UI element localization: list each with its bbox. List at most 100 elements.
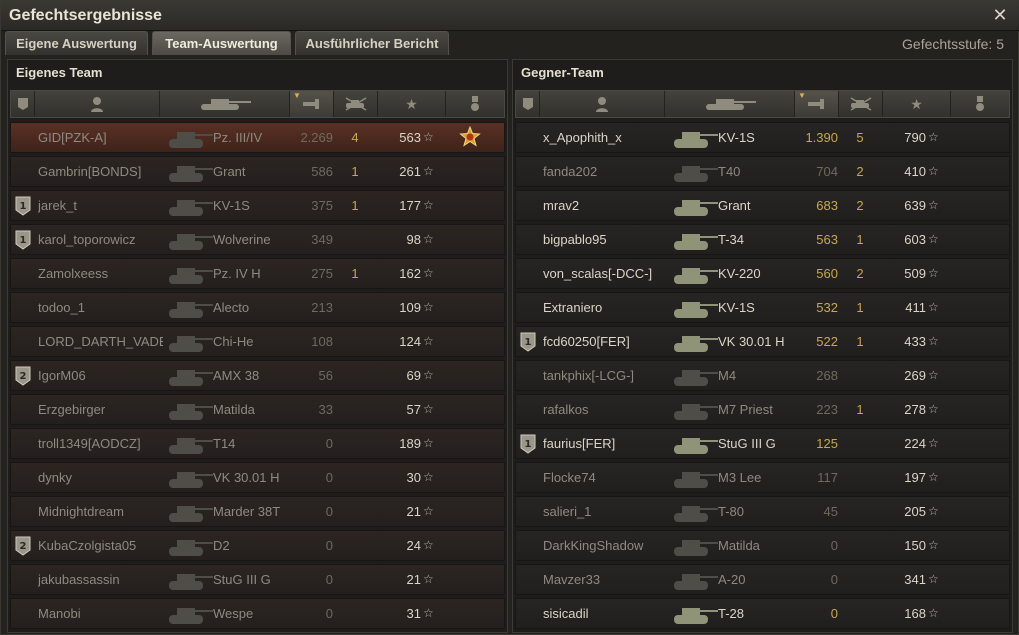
player-name[interactable]: Midnightdream bbox=[38, 497, 163, 526]
player-name[interactable]: Flocke74 bbox=[543, 463, 668, 492]
player-row[interactable]: fanda202 T40 704 2 410 ☆ bbox=[515, 156, 1010, 187]
player-name[interactable]: faurius[FER] bbox=[543, 429, 668, 458]
player-name[interactable]: KubaCzolgista05 bbox=[38, 531, 163, 560]
player-name[interactable]: von_scalas[-DCC-] bbox=[543, 259, 668, 288]
player-row[interactable]: 1 faurius[FER] StuG III G 125 224 ☆ bbox=[515, 428, 1010, 459]
player-name[interactable]: jarek_t bbox=[38, 191, 163, 220]
kills-value: 1 bbox=[856, 334, 864, 349]
player-name[interactable]: Erzgebirger bbox=[38, 395, 163, 424]
player-row[interactable]: todoo_1 Alecto 213 109 ☆ bbox=[10, 292, 505, 323]
player-name[interactable]: mrav2 bbox=[543, 191, 668, 220]
player-row[interactable]: x_Apophith_x KV-1S 1.390 5 790 ☆ bbox=[515, 122, 1010, 153]
player-row[interactable]: mrav2 Grant 683 2 639 ☆ bbox=[515, 190, 1010, 221]
kills-value: 4 bbox=[351, 130, 359, 145]
player-row[interactable]: bigpablo95 T-34 563 1 603 ☆ bbox=[515, 224, 1010, 255]
player-row[interactable]: rafalkos M7 Priest 223 1 278 ☆ bbox=[515, 394, 1010, 425]
player-column-icon[interactable] bbox=[35, 91, 160, 117]
medal-column-icon[interactable] bbox=[446, 91, 504, 117]
player-row[interactable]: 2 IgorM06 AMX 38 56 69 ☆ bbox=[10, 360, 505, 391]
kills-value bbox=[348, 463, 362, 492]
xp-column-icon[interactable]: ★ bbox=[883, 91, 951, 117]
player-name[interactable]: karol_toporowicz bbox=[38, 225, 163, 254]
player-row[interactable]: salieri_1 T-80 45 205 ☆ bbox=[515, 496, 1010, 527]
player-name[interactable]: fanda202 bbox=[543, 157, 668, 186]
player-name[interactable]: Manobi bbox=[38, 599, 163, 628]
kills-value bbox=[853, 565, 867, 594]
player-name[interactable]: Mavzer33 bbox=[543, 565, 668, 594]
player-name[interactable]: bigpablo95 bbox=[543, 225, 668, 254]
damage-column-icon[interactable]: ▼ bbox=[290, 91, 334, 117]
player-name[interactable]: GID[PZK-A] bbox=[38, 123, 163, 152]
kills-value: 2 bbox=[856, 266, 864, 281]
player-name[interactable]: troll1349[AODCZ] bbox=[38, 429, 163, 458]
player-row[interactable]: 1 fcd60250[FER] VK 30.01 H 522 1 433 ☆ bbox=[515, 326, 1010, 357]
player-name[interactable]: todoo_1 bbox=[38, 293, 163, 322]
player-row[interactable]: 1 jarek_t KV-1S 375 1 177 ☆ bbox=[10, 190, 505, 221]
damage-column-icon[interactable]: ▼ bbox=[795, 91, 839, 117]
close-icon[interactable]: ✕ bbox=[990, 5, 1010, 25]
medal-column-icon[interactable] bbox=[951, 91, 1009, 117]
player-row[interactable]: 2 KubaCzolgista05 D2 0 24 ☆ bbox=[10, 530, 505, 561]
svg-text:1: 1 bbox=[20, 201, 27, 212]
player-row[interactable]: Erzgebirger Matilda 33 57 ☆ bbox=[10, 394, 505, 425]
player-row[interactable]: von_scalas[-DCC-] KV-220 560 2 509 ☆ bbox=[515, 258, 1010, 289]
tab-team-auswertung[interactable]: Team-Auswertung bbox=[152, 31, 291, 55]
player-name[interactable]: rafalkos bbox=[543, 395, 668, 424]
player-row[interactable]: Gambrin[BONDS] Grant 586 1 261 ☆ bbox=[10, 156, 505, 187]
damage-value: 0 bbox=[830, 606, 838, 621]
player-row[interactable]: dynky VK 30.01 H 0 30 ☆ bbox=[10, 462, 505, 493]
svg-text:1: 1 bbox=[525, 439, 532, 450]
medal-icon[interactable] bbox=[459, 126, 481, 148]
tank-icon bbox=[674, 234, 718, 250]
tank-name: StuG III G bbox=[718, 436, 776, 451]
player-name[interactable]: fcd60250[FER] bbox=[543, 327, 668, 356]
tank-name: Wespe bbox=[213, 606, 254, 621]
player-row[interactable]: Extraniero KV-1S 532 1 411 ☆ bbox=[515, 292, 1010, 323]
tank-icon bbox=[169, 200, 213, 216]
player-row[interactable]: 1 karol_toporowicz Wolverine 349 98 ☆ bbox=[10, 224, 505, 255]
player-row[interactable]: GID[PZK-A] Pz. III/IV 2.269 4 563 ☆ bbox=[10, 122, 505, 153]
xp-value: 109 bbox=[399, 300, 421, 315]
player-name[interactable]: LORD_DARTH_VADE.. bbox=[38, 327, 163, 356]
player-row[interactable]: LORD_DARTH_VADE.. Chi-He 108 124 ☆ bbox=[10, 326, 505, 357]
xp-column-icon[interactable]: ★ bbox=[378, 91, 446, 117]
xp-star-icon: ☆ bbox=[423, 130, 434, 144]
player-name[interactable]: salieri_1 bbox=[543, 497, 668, 526]
player-name[interactable]: jakubassassin bbox=[38, 565, 163, 594]
badge-column-icon[interactable] bbox=[11, 91, 35, 117]
player-name[interactable]: Extraniero bbox=[543, 293, 668, 322]
player-row[interactable]: Mavzer33 A-20 0 341 ☆ bbox=[515, 564, 1010, 595]
tank-column-icon[interactable] bbox=[665, 91, 795, 117]
kills-column-icon[interactable] bbox=[839, 91, 883, 117]
tank-name: Pz. III/IV bbox=[213, 130, 263, 145]
player-row[interactable]: tankphix[-LCG-] M4 268 269 ☆ bbox=[515, 360, 1010, 391]
kills-column-icon[interactable] bbox=[334, 91, 378, 117]
tank-column-icon[interactable] bbox=[160, 91, 290, 117]
tank-icon bbox=[169, 472, 213, 488]
enemy-team-title: Gegner-Team bbox=[521, 65, 604, 80]
player-column-icon[interactable] bbox=[540, 91, 665, 117]
player-name[interactable]: DarkKingShadow bbox=[543, 531, 668, 560]
player-name[interactable]: tankphix[-LCG-] bbox=[543, 361, 668, 390]
player-row[interactable]: Midnightdream Marder 38T 0 21 ☆ bbox=[10, 496, 505, 527]
kills-value bbox=[348, 497, 362, 526]
player-row[interactable]: sisicadil T-28 0 168 ☆ bbox=[515, 598, 1010, 629]
tab-eigene-auswertung[interactable]: Eigene Auswertung bbox=[5, 31, 148, 55]
player-row[interactable]: troll1349[AODCZ] T14 0 189 ☆ bbox=[10, 428, 505, 459]
badge-column-icon[interactable] bbox=[516, 91, 540, 117]
player-name[interactable]: dynky bbox=[38, 463, 163, 492]
player-name[interactable]: Zamolxeess bbox=[38, 259, 163, 288]
xp-value: 411 bbox=[905, 300, 926, 315]
player-name[interactable]: IgorM06 bbox=[38, 361, 163, 390]
player-row[interactable]: jakubassassin StuG III G 0 21 ☆ bbox=[10, 564, 505, 595]
tab-ausfuehrlicher-bericht[interactable]: Ausführlicher Bericht bbox=[295, 31, 449, 55]
player-row[interactable]: Manobi Wespe 0 31 ☆ bbox=[10, 598, 505, 629]
player-name[interactable]: x_Apophith_x bbox=[543, 123, 668, 152]
player-name[interactable]: sisicadil bbox=[543, 599, 668, 628]
player-row[interactable]: DarkKingShadow Matilda 0 150 ☆ bbox=[515, 530, 1010, 561]
player-row[interactable]: Flocke74 M3 Lee 117 197 ☆ bbox=[515, 462, 1010, 493]
player-row[interactable]: Zamolxeess Pz. IV H 275 1 162 ☆ bbox=[10, 258, 505, 289]
tank-name: Matilda bbox=[718, 538, 760, 553]
player-name[interactable]: Gambrin[BONDS] bbox=[38, 157, 163, 186]
tank-icon bbox=[169, 268, 213, 284]
